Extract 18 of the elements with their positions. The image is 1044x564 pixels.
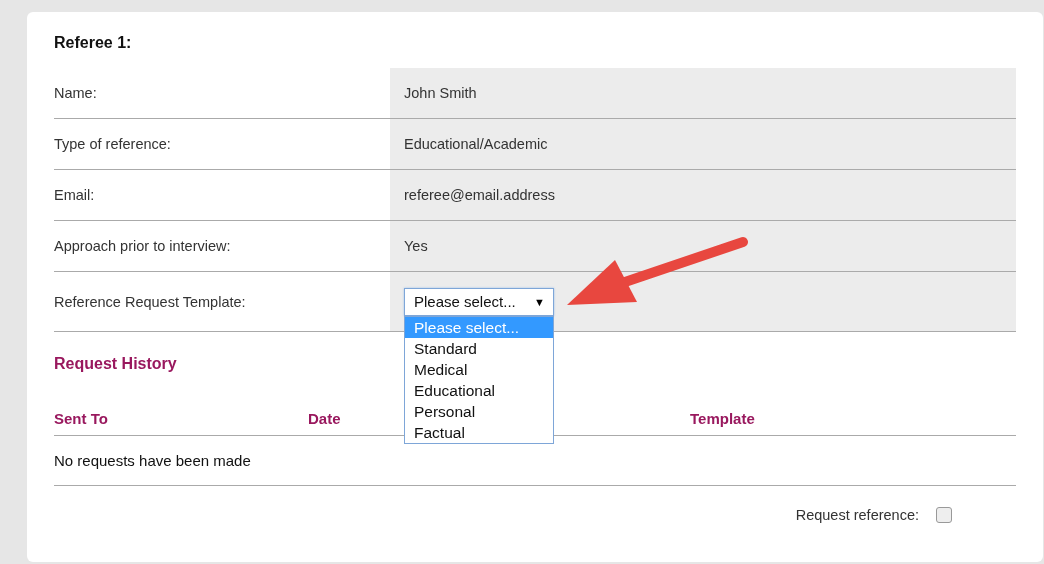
history-title: Request History [54,355,177,372]
field-label: Email: [54,186,96,205]
checkbox-label: Request reference: [795,507,919,523]
caret-icon: ▼ [534,295,545,308]
request-checkbox[interactable] [936,507,952,523]
column-header: Template [690,410,755,427]
field-label: Name: [54,84,98,103]
field-value: Educational/Academic [390,119,1016,169]
column-header: Date [308,410,341,427]
referee-title: Referee 1: [54,34,133,53]
field-label: Reference Request Template: [54,292,247,312]
field-label: Type of reference: [54,135,172,154]
field-label: Approach prior to interview: [54,237,232,256]
field-value: referee@email.address [390,170,1016,220]
column-header: Sent To [54,410,108,427]
field-value: John Smith [390,68,1016,118]
empty-message: No requests have been made [54,452,251,469]
field-value: Yes [390,221,1016,271]
